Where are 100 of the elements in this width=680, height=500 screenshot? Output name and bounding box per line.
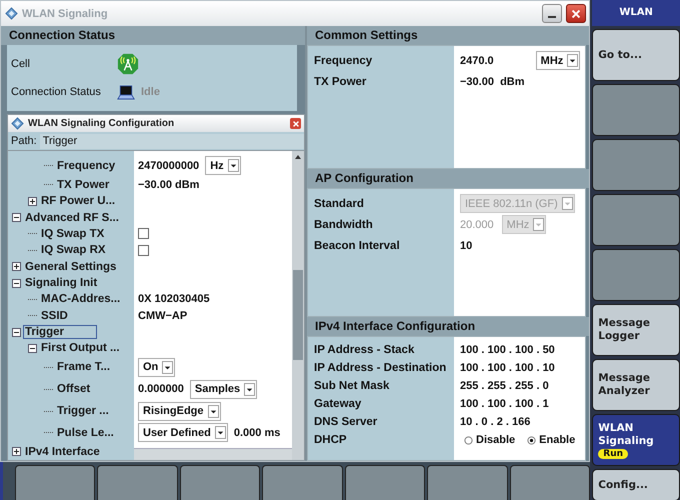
value-text: −30.00 dBm bbox=[138, 178, 200, 191]
diamond-logo-icon bbox=[11, 117, 24, 130]
softkey-label: Message Logger bbox=[598, 317, 652, 343]
dropdown[interactable]: Hz bbox=[205, 156, 241, 176]
value-text: 0.000 ms bbox=[234, 426, 280, 439]
caret-icon bbox=[244, 382, 256, 396]
value-text: 2470.0 bbox=[460, 54, 494, 66]
vertical-scrollbar[interactable] bbox=[292, 151, 304, 460]
setting-label: IP Address - Stack bbox=[314, 343, 416, 358]
close-button[interactable] bbox=[290, 118, 301, 129]
tree-item[interactable]: Trigger bbox=[23, 325, 97, 340]
caret-icon bbox=[208, 404, 219, 418]
value-text: 100 . 100 . 100 . 50 bbox=[460, 344, 555, 356]
value-text: 20.000 bbox=[460, 218, 494, 230]
softkey-label: Go to... bbox=[598, 48, 643, 62]
expand-toggle[interactable] bbox=[12, 447, 21, 456]
tree-item[interactable]: IQ Swap RX bbox=[39, 243, 108, 258]
setting-label: IP Address - Destination bbox=[314, 361, 448, 376]
tree-item[interactable]: First Output ... bbox=[39, 341, 122, 356]
status-label: Cell bbox=[11, 58, 31, 70]
cell-tower-icon bbox=[117, 53, 139, 75]
dropdown[interactable]: MHz bbox=[536, 51, 580, 70]
dropdown[interactable]: Samples bbox=[190, 380, 258, 399]
setting-label: Standard bbox=[314, 196, 365, 212]
close-button[interactable] bbox=[566, 4, 586, 23]
checkbox[interactable] bbox=[138, 244, 149, 256]
value-text: 10 . 0 . 2 . 166 bbox=[460, 416, 530, 428]
diamond-logo-icon bbox=[5, 7, 18, 20]
radio-option[interactable]: Disable bbox=[464, 434, 516, 446]
scroll-thumb[interactable] bbox=[293, 270, 303, 360]
value-text: 100 . 100 . 100 . 10 bbox=[460, 362, 555, 374]
expand-toggle[interactable] bbox=[12, 328, 21, 337]
caret-icon bbox=[162, 360, 174, 374]
expand-toggle[interactable] bbox=[12, 213, 21, 222]
expand-toggle[interactable] bbox=[28, 344, 37, 353]
tree-item[interactable]: TX Power bbox=[55, 178, 112, 192]
status-label: Connection Status bbox=[11, 86, 102, 98]
tree-item[interactable]: SSID bbox=[39, 308, 70, 323]
setting-label: Gateway bbox=[314, 397, 362, 412]
value-text: 10 bbox=[460, 240, 472, 252]
softkey-label: WLAN Signaling bbox=[598, 422, 655, 448]
status-value: Idle bbox=[141, 86, 160, 98]
value-text: CMW−AP bbox=[138, 310, 188, 322]
tree-item[interactable]: Pulse Le... bbox=[55, 426, 116, 440]
value-text: 0.000000 bbox=[138, 383, 184, 396]
dropdown[interactable]: User Defined bbox=[138, 423, 228, 442]
softkey-header: WLAN bbox=[592, 0, 680, 26]
minimize-button[interactable] bbox=[542, 4, 562, 23]
section-header: Connection Status bbox=[1, 26, 305, 45]
radio-option[interactable]: Enable bbox=[527, 434, 576, 446]
tree-item[interactable]: IQ Swap TX bbox=[39, 226, 106, 241]
path-label: Path: bbox=[10, 135, 38, 147]
tree-item[interactable]: Advanced RF S... bbox=[23, 210, 121, 225]
close-icon bbox=[292, 120, 300, 128]
caret-icon bbox=[228, 159, 239, 172]
tree-item[interactable]: MAC-Addres... bbox=[39, 292, 122, 306]
caret-icon bbox=[533, 218, 544, 231]
setting-label: TX Power bbox=[314, 74, 368, 90]
setting-label: DHCP bbox=[314, 433, 348, 448]
tree-item[interactable]: RF Power U... bbox=[39, 194, 118, 208]
tree-item[interactable]: Offset bbox=[55, 382, 92, 396]
setting-label: Frequency bbox=[314, 54, 374, 68]
section-header: AP Configuration bbox=[307, 169, 590, 188]
close-icon bbox=[570, 8, 582, 20]
softkey[interactable]: Config... bbox=[592, 469, 680, 500]
tree-item[interactable]: General Settings bbox=[23, 260, 118, 274]
tree-item[interactable]: IPv4 Interface bbox=[23, 444, 102, 459]
tree-item[interactable]: Trigger ... bbox=[55, 404, 111, 418]
minimize-icon bbox=[548, 16, 556, 18]
softkey-label: Message Analyzer bbox=[598, 372, 652, 398]
softkey[interactable]: Message Analyzer bbox=[592, 359, 680, 411]
value-text: 0X 102030405 bbox=[138, 293, 210, 306]
softkey[interactable]: Message Logger bbox=[592, 304, 680, 356]
expand-toggle[interactable] bbox=[12, 278, 21, 288]
caret-icon bbox=[562, 197, 573, 210]
dropdown[interactable]: On bbox=[138, 358, 176, 377]
tree-item[interactable]: Signaling Init bbox=[23, 276, 100, 290]
setting-label: DNS Server bbox=[314, 415, 378, 430]
tree-item[interactable]: Frequency bbox=[55, 158, 118, 173]
tree-item[interactable]: Frame T... bbox=[55, 360, 112, 374]
window-title: WLAN Signaling bbox=[22, 8, 108, 20]
section-header: IPv4 Interface Configuration bbox=[307, 317, 590, 336]
checkbox[interactable] bbox=[138, 228, 149, 240]
scroll-up-icon[interactable] bbox=[294, 154, 302, 160]
setting-label: Beacon Interval bbox=[314, 238, 401, 254]
dialog-title: WLAN Signaling Configuration bbox=[28, 118, 174, 129]
dropdown[interactable]: RisingEdge bbox=[138, 402, 221, 421]
softkey[interactable]: WLAN Signaling Run bbox=[592, 414, 680, 466]
softkey-label: Config... bbox=[598, 478, 649, 492]
value-text: 255 . 255 . 255 . 0 bbox=[460, 380, 549, 392]
expand-toggle[interactable] bbox=[12, 262, 21, 272]
section-header: Common Settings bbox=[307, 26, 590, 45]
horizontal-scrollbar[interactable] bbox=[134, 448, 292, 460]
path-field: Trigger bbox=[40, 134, 304, 148]
softkey[interactable]: Go to... bbox=[592, 29, 680, 81]
setting-label: Sub Net Mask bbox=[314, 379, 390, 394]
expand-toggle[interactable] bbox=[28, 196, 37, 206]
caret-icon bbox=[567, 54, 578, 67]
value-text: −30.00 dBm bbox=[460, 76, 525, 88]
setting-label: Bandwidth bbox=[314, 218, 374, 232]
